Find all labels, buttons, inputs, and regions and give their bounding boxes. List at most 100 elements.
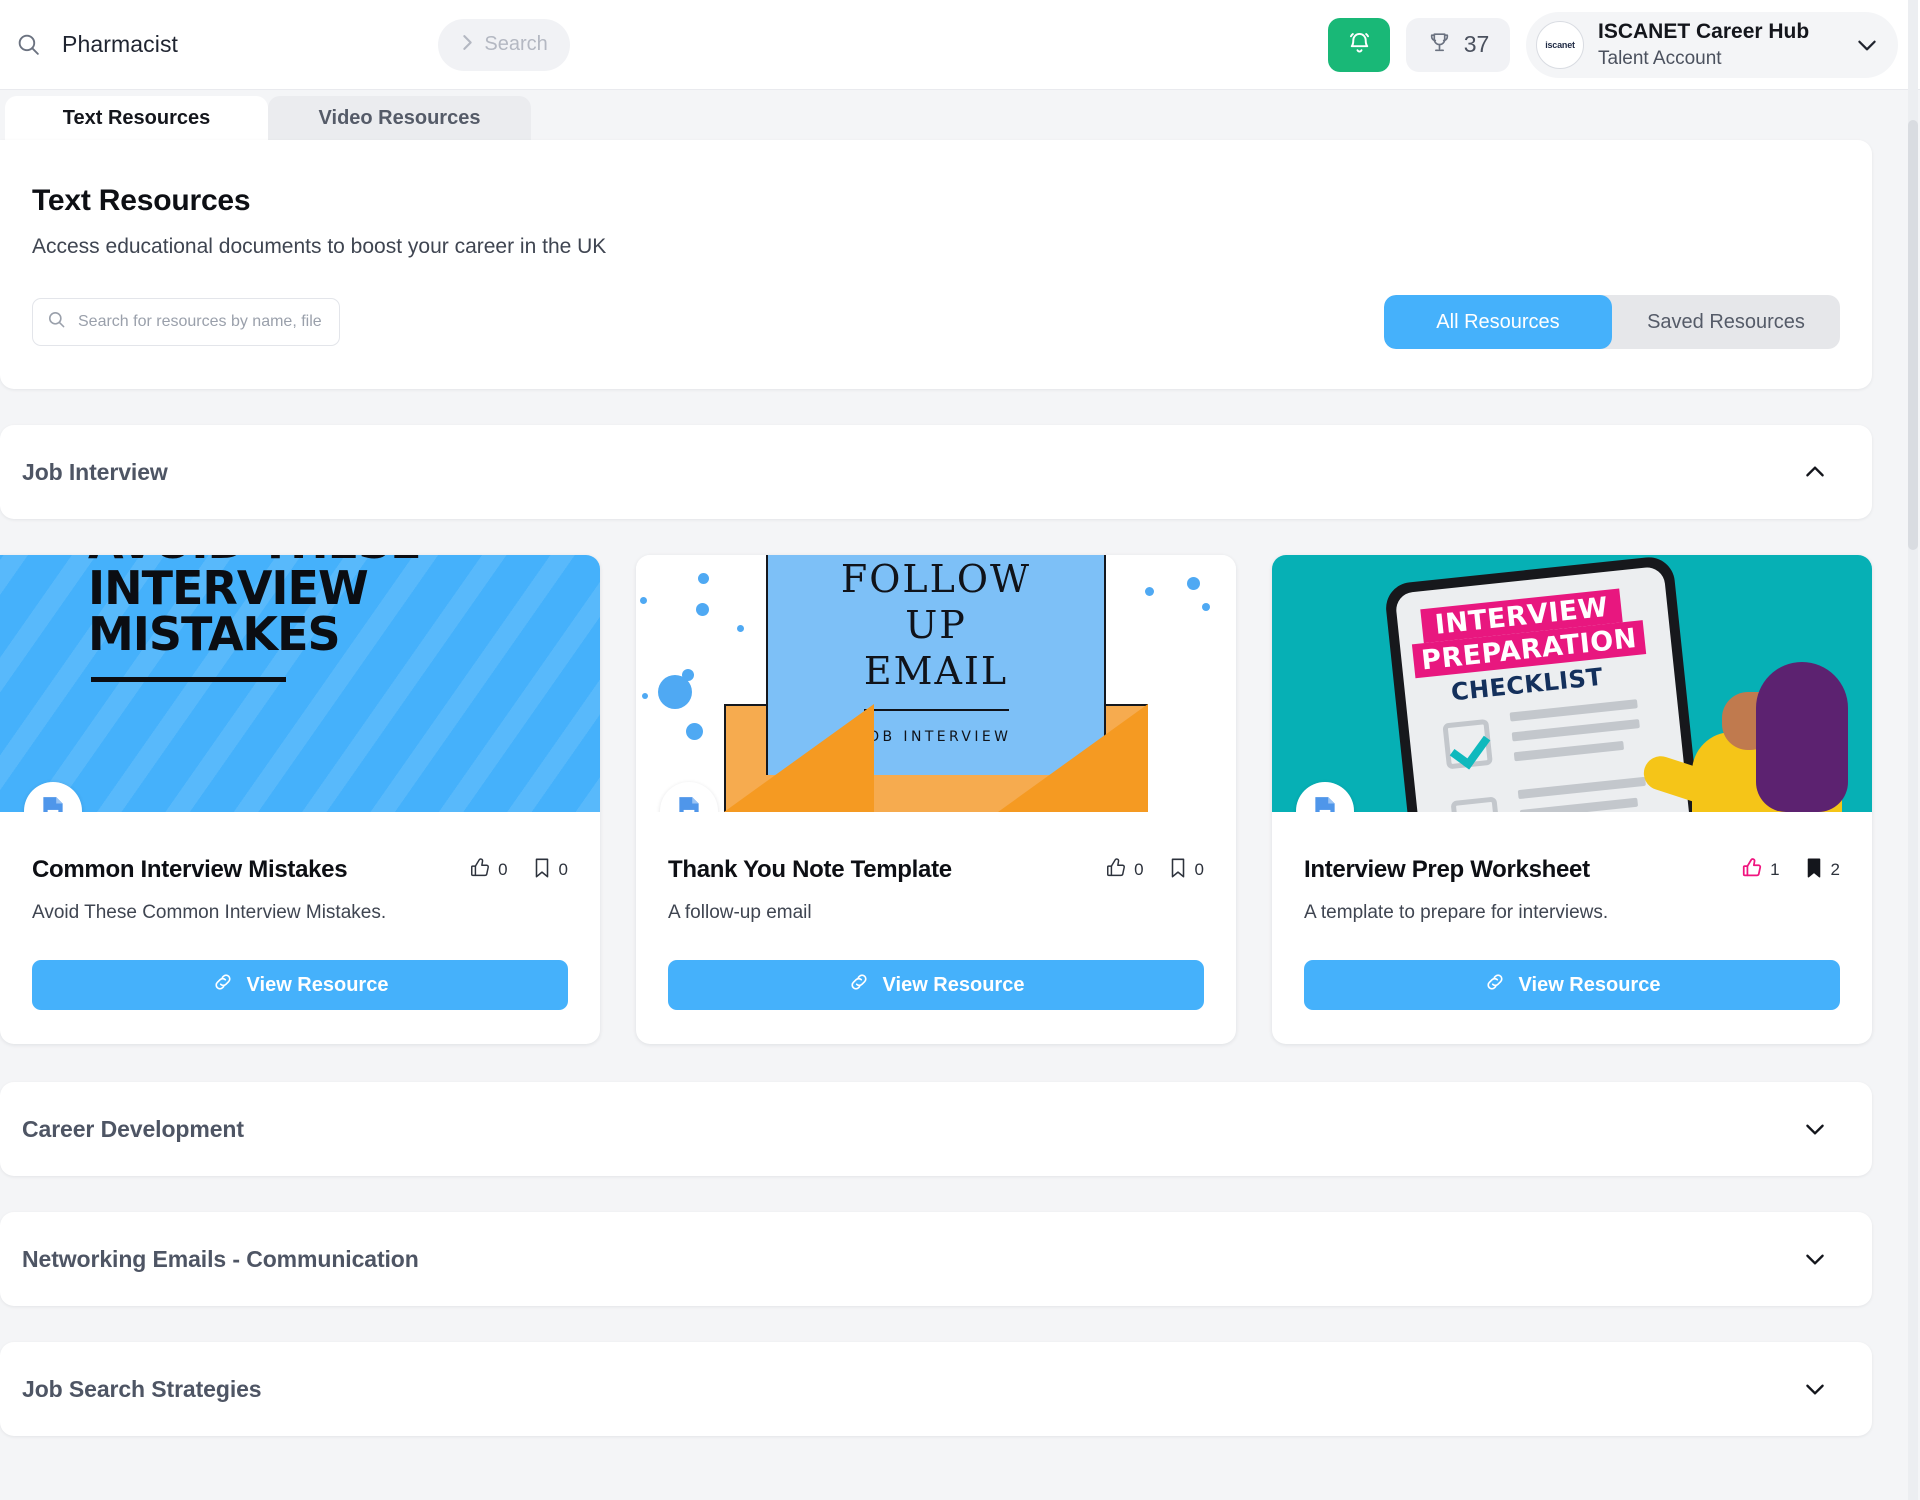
resource-card[interactable]: INTERVIEW PREPARATION CHECKLIST Intervie… <box>1272 555 1872 1044</box>
chevron-down-icon[interactable] <box>1802 1246 1828 1272</box>
thumbnail-caption: JOB INTERVIEW <box>860 729 1012 745</box>
resource-search[interactable] <box>32 298 340 346</box>
save-count: 0 <box>558 860 568 879</box>
trophy-icon <box>1427 30 1452 60</box>
save-count: 0 <box>1194 860 1204 879</box>
account-menu[interactable]: iscanet ISCANET Career Hub Talent Accoun… <box>1526 11 1898 78</box>
notifications-button[interactable] <box>1328 17 1390 72</box>
accordion-job-search-strategies-title: Job Search Strategies <box>22 1375 262 1402</box>
checkbox-checked-icon <box>1450 796 1502 812</box>
like-count: 1 <box>1770 860 1780 879</box>
search-icon <box>47 310 66 334</box>
person-hair <box>1756 662 1848 812</box>
accordion-job-search-strategies[interactable]: Job Search Strategies <box>0 1342 1872 1436</box>
account-name: ISCANET Career Hub <box>1598 19 1810 43</box>
avatar: iscanet <box>1536 20 1584 69</box>
thumbs-up-icon <box>1105 857 1127 884</box>
chevron-down-icon[interactable] <box>1802 1376 1828 1402</box>
resource-card-body: Interview Prep Worksheet 1 2 A template … <box>1272 812 1872 1044</box>
resource-card[interactable]: FOLLOW UP EMAIL JOB INTERVIEW Thank You … <box>636 555 1236 1044</box>
decorative-dot <box>1187 577 1200 590</box>
save-button[interactable]: 0 <box>532 857 568 884</box>
envelope-flap-right <box>998 704 1148 812</box>
resource-card-header: Common Interview Mistakes 0 0 <box>32 856 568 884</box>
view-resource-label: View Resource <box>882 973 1025 996</box>
accordion-job-interview-title: Job Interview <box>22 458 168 485</box>
resource-stats: 0 0 <box>469 857 568 884</box>
view-resource-label: View Resource <box>1518 973 1661 996</box>
bell-ringing-icon <box>1346 30 1373 60</box>
accordion-networking-emails-communication[interactable]: Networking Emails - Communication <box>0 1212 1872 1306</box>
decorative-dot <box>698 573 709 584</box>
decorative-dot <box>640 597 647 604</box>
global-search-value[interactable]: Pharmacist <box>62 31 178 58</box>
like-count: 0 <box>1134 860 1144 879</box>
google-docs-file-icon <box>660 782 718 812</box>
resource-title: Interview Prep Worksheet <box>1304 856 1590 883</box>
google-docs-file-icon <box>1296 782 1354 812</box>
top-bar-actions: 37 iscanet ISCANET Career Hub Talent Acc… <box>1328 11 1898 78</box>
view-resource-button[interactable]: View Resource <box>668 960 1204 1010</box>
resource-card-body: Thank You Note Template 0 0 A follow-up … <box>636 812 1236 1044</box>
resource-title: Common Interview Mistakes <box>32 856 348 883</box>
resource-search-input[interactable] <box>78 313 325 331</box>
decorative-dot <box>686 723 703 740</box>
chevron-down-icon[interactable] <box>1854 32 1880 58</box>
chevron-down-icon[interactable] <box>1802 1116 1828 1142</box>
view-resource-button[interactable]: View Resource <box>32 960 568 1010</box>
checklist-line <box>1513 740 1625 762</box>
thumbs-up-icon <box>1741 857 1763 884</box>
view-resource-label: View Resource <box>246 973 389 996</box>
page-scrollbar-thumb[interactable] <box>1908 120 1918 550</box>
points-value: 37 <box>1463 31 1490 57</box>
envelope-flap-left <box>724 704 874 812</box>
thumbnail-rule <box>863 709 1009 711</box>
view-resource-button[interactable]: View Resource <box>1304 960 1840 1010</box>
filter-all-resources[interactable]: All Resources <box>1384 295 1612 349</box>
resource-card[interactable]: AVOID THESE INTERVIEW MISTAKES <box>0 555 600 1044</box>
bookmark-icon <box>1804 857 1824 884</box>
accordion-career-development-title: Career Development <box>22 1115 244 1142</box>
like-button[interactable]: 0 <box>1105 857 1144 884</box>
resource-thumbnail: INTERVIEW PREPARATION CHECKLIST <box>1272 555 1872 812</box>
link-icon <box>848 971 870 999</box>
avatar-logo-text: iscanet <box>1545 39 1575 50</box>
decorative-dot <box>642 693 648 699</box>
tab-video-resources-label: Video Resources <box>318 106 481 129</box>
resource-card-body: Common Interview Mistakes 0 0 Avoid Thes… <box>0 812 600 1044</box>
thumbnail-line-3: EMAIL <box>863 649 1009 693</box>
tab-text-resources[interactable]: Text Resources <box>5 96 268 140</box>
global-search[interactable]: Pharmacist <box>14 31 178 59</box>
like-button[interactable]: 1 <box>1741 857 1780 884</box>
tab-text-resources-label: Text Resources <box>62 106 211 129</box>
resource-stats: 1 2 <box>1741 857 1840 884</box>
checklist-line <box>1511 719 1640 742</box>
resource-stats: 0 0 <box>1105 857 1204 884</box>
like-button[interactable]: 0 <box>469 857 508 884</box>
points-chip[interactable]: 37 <box>1406 17 1510 72</box>
decorative-dot <box>696 603 709 616</box>
link-icon <box>212 971 234 999</box>
tab-video-resources[interactable]: Video Resources <box>268 96 531 140</box>
decorative-dot <box>1202 603 1210 611</box>
resource-title: Thank You Note Template <box>668 856 952 883</box>
resource-filter-group: All Resources Saved Resources <box>1384 295 1840 349</box>
accordion-career-development[interactable]: Career Development <box>0 1082 1872 1176</box>
save-button[interactable]: 2 <box>1804 857 1840 884</box>
chevron-up-icon[interactable] <box>1802 459 1828 485</box>
thumbnail-line-1: FOLLOW <box>840 557 1032 601</box>
save-button[interactable]: 0 <box>1168 857 1204 884</box>
decorative-dot <box>737 625 744 632</box>
search-button[interactable]: Search <box>438 18 571 71</box>
accordion-job-interview[interactable]: Job Interview <box>0 425 1872 519</box>
resource-description: A follow-up email <box>668 902 812 923</box>
thumbnail-text: AVOID THESE INTERVIEW MISTAKES <box>88 555 422 682</box>
resource-thumbnail: AVOID THESE INTERVIEW MISTAKES <box>0 555 600 812</box>
page-subtitle: Access educational documents to boost yo… <box>32 235 607 258</box>
resource-description: A template to prepare for interviews. <box>1304 902 1609 923</box>
page-content: Text Resources Access educational docume… <box>0 140 1920 1500</box>
page-title: Text Resources <box>32 184 251 217</box>
bookmark-icon <box>532 857 552 884</box>
checklist-line <box>1519 797 1639 812</box>
filter-saved-resources[interactable]: Saved Resources <box>1612 295 1840 349</box>
